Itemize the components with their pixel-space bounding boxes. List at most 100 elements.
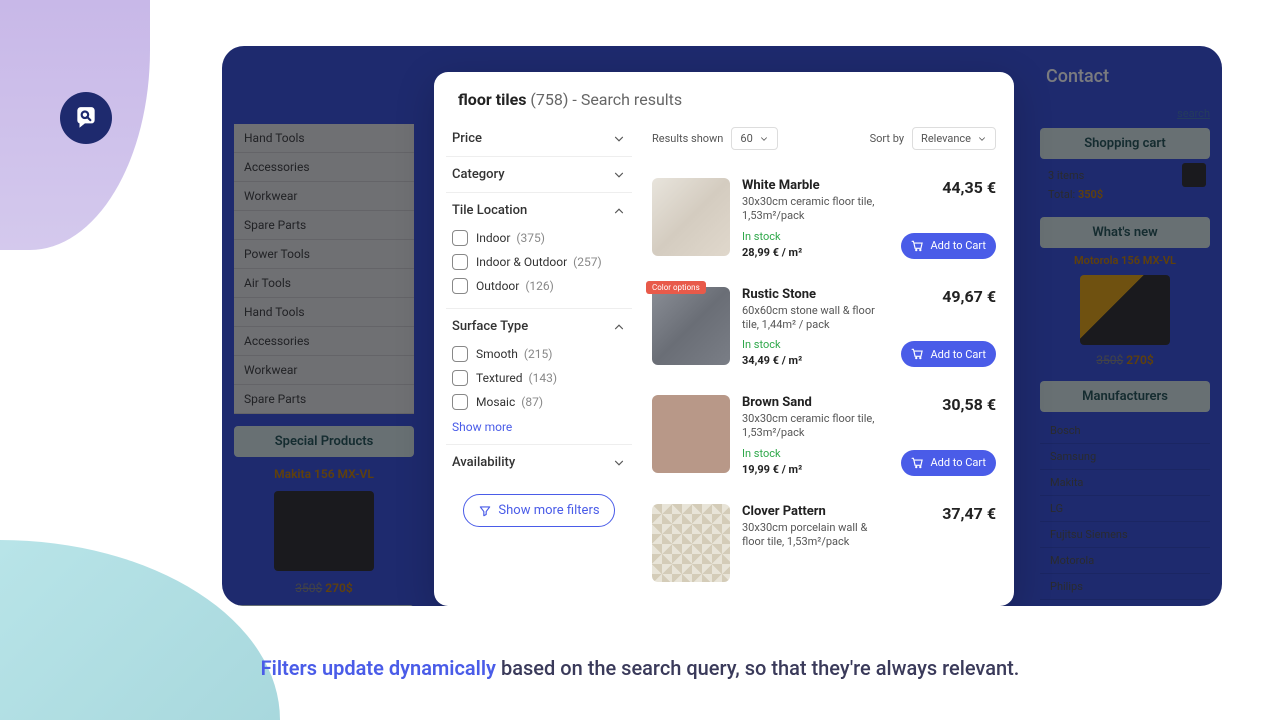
- caption: Filters update dynamically based on the …: [0, 656, 1280, 680]
- filter-category-label: Category: [452, 167, 505, 182]
- product-image[interactable]: [652, 504, 730, 582]
- cart-icon: [1182, 163, 1206, 187]
- unit-price: 28,99 € / m²: [742, 246, 886, 259]
- search-suffix: - Search results: [572, 90, 682, 109]
- bg-cart-total: Total: 350$: [1040, 186, 1210, 203]
- add-to-cart-button[interactable]: Add to Cart: [901, 233, 996, 259]
- app-logo: [60, 92, 112, 144]
- product-card: Clover Pattern30x30cm porcelain wall & f…: [652, 490, 996, 596]
- bg-special-title: Special Products: [234, 426, 414, 457]
- show-more-filters-button[interactable]: Show more filters: [463, 494, 614, 527]
- chevron-down-icon: [612, 132, 626, 146]
- checkbox[interactable]: [452, 278, 468, 294]
- bg-category-item: Spare Parts: [234, 211, 414, 240]
- tile-location-option[interactable]: Outdoor(126): [452, 274, 626, 298]
- search-query: floor tiles: [458, 90, 526, 109]
- bg-category-item: Workwear: [234, 356, 414, 385]
- surface-show-more[interactable]: Show more: [452, 420, 626, 434]
- filter-price-label: Price: [452, 131, 482, 146]
- filter-category[interactable]: Category: [446, 157, 632, 193]
- filter-surface-type: Surface Type Smooth(215)Textured(143)Mos…: [446, 309, 632, 445]
- bg-cart-items: 3 items: [1040, 165, 1210, 186]
- filter-icon: [478, 504, 492, 518]
- product-name: White Marble: [742, 178, 886, 193]
- bg-category-item: Workwear: [234, 182, 414, 211]
- filter-surface-type-header[interactable]: Surface Type: [452, 319, 626, 334]
- product-description: 30x30cm ceramic floor tile, 1,53m²/pack: [742, 195, 886, 224]
- bg-manufacturer-item: Philips: [1040, 574, 1210, 600]
- product-name: Rustic Stone: [742, 287, 886, 302]
- chevron-down-icon: [977, 134, 987, 144]
- bg-manufacturer-item: Fujitsu Siemens: [1040, 522, 1210, 548]
- bg-manufacturer-item: Motorola: [1040, 548, 1210, 574]
- tile-location-option[interactable]: Indoor(375): [452, 226, 626, 250]
- bg-category-sidebar: Hand ToolsAccessoriesWorkwearSpare Parts…: [234, 124, 414, 606]
- checkbox[interactable]: [452, 346, 468, 362]
- results-shown-label: Results shown: [652, 132, 723, 145]
- sort-by-select[interactable]: Relevance: [912, 127, 996, 150]
- product-name: Brown Sand: [742, 395, 886, 410]
- results-list: Results shown 60 Sort by Relevance White…: [644, 121, 1014, 601]
- product-image[interactable]: [652, 178, 730, 256]
- chevron-down-icon: [759, 134, 769, 144]
- chevron-up-icon: [612, 320, 626, 334]
- bg-category-item: Hand Tools: [234, 124, 414, 153]
- checkbox[interactable]: [452, 230, 468, 246]
- caption-highlight: Filters update dynamically: [261, 656, 496, 680]
- bg-special-image: [274, 491, 374, 571]
- stock-status: In stock: [742, 230, 886, 243]
- stock-status: In stock: [742, 447, 886, 460]
- filter-availability[interactable]: Availability: [446, 445, 632, 480]
- filter-tile-location-header[interactable]: Tile Location: [452, 203, 626, 218]
- product-image[interactable]: [652, 395, 730, 473]
- checkbox[interactable]: [452, 370, 468, 386]
- checkbox[interactable]: [452, 394, 468, 410]
- bg-search-link: search: [1040, 107, 1210, 120]
- bg-manufacturers-title: Manufacturers: [1040, 381, 1210, 412]
- tile-location-option[interactable]: Indoor & Outdoor(257): [452, 250, 626, 274]
- bg-manufacturer-item: Samsung: [1040, 444, 1210, 470]
- add-to-cart-button[interactable]: Add to Cart: [901, 341, 996, 367]
- cart-icon: [911, 347, 925, 361]
- bg-category-item: Spare Parts: [234, 385, 414, 414]
- result-count: (758): [530, 90, 568, 109]
- bg-manufacturer-item: Bosch: [1040, 418, 1210, 444]
- chevron-up-icon: [612, 204, 626, 218]
- cart-icon: [911, 239, 925, 253]
- product-description: 30x30cm ceramic floor tile, 1,53m²/pack: [742, 412, 886, 441]
- bg-contact-link: Contact: [1040, 66, 1210, 87]
- bg-special-item: Makita 156 MX-VL: [234, 467, 414, 481]
- demo-panel: Hand ToolsAccessoriesWorkwearSpare Parts…: [222, 46, 1222, 606]
- product-price: 44,35 €: [942, 178, 996, 197]
- surface-type-option[interactable]: Mosaic(87): [452, 390, 626, 414]
- bg-drill-image: [1080, 275, 1170, 345]
- filters-panel: Price Category Tile Location Indoor(375)…: [434, 121, 644, 601]
- product-price: 49,67 €: [942, 287, 996, 306]
- bg-newsletter: Newsletter: [234, 605, 414, 606]
- bg-category-item: Power Tools: [234, 240, 414, 269]
- surface-type-option[interactable]: Textured(143): [452, 366, 626, 390]
- bg-category-item: Accessories: [234, 327, 414, 356]
- product-name: Clover Pattern: [742, 504, 886, 519]
- bg-whats-new-title: What's new: [1040, 217, 1210, 248]
- sort-by-label: Sort by: [870, 132, 904, 145]
- product-card: Brown Sand 30x30cm ceramic floor tile, 1,…: [652, 381, 996, 490]
- unit-price: 34,49 € / m²: [742, 354, 886, 367]
- bg-cart-title: Shopping cart: [1040, 128, 1210, 159]
- surface-type-option[interactable]: Smooth(215): [452, 342, 626, 366]
- search-results-modal: floor tiles (758) - Search results Price…: [434, 72, 1014, 606]
- product-image[interactable]: Color options: [652, 287, 730, 365]
- filter-tile-location: Tile Location Indoor(375)Indoor & Outdoo…: [446, 193, 632, 309]
- checkbox[interactable]: [452, 254, 468, 270]
- color-options-badge: Color options: [646, 281, 706, 294]
- bg-new-item: Motorola 156 MX-VL: [1040, 254, 1210, 267]
- cart-icon: [911, 456, 925, 470]
- bg-manufacturer-item: Makita: [1040, 470, 1210, 496]
- add-to-cart-button[interactable]: Add to Cart: [901, 450, 996, 476]
- filter-price[interactable]: Price: [446, 121, 632, 157]
- product-card: White Marble 30x30cm ceramic floor tile, …: [652, 164, 996, 273]
- bg-category-item: Hand Tools: [234, 298, 414, 327]
- product-card: Color optionsRustic Stone60x60cm stone w…: [652, 273, 996, 382]
- results-per-page-select[interactable]: 60: [731, 127, 777, 150]
- caption-rest: based on the search query, so that they'…: [496, 656, 1019, 680]
